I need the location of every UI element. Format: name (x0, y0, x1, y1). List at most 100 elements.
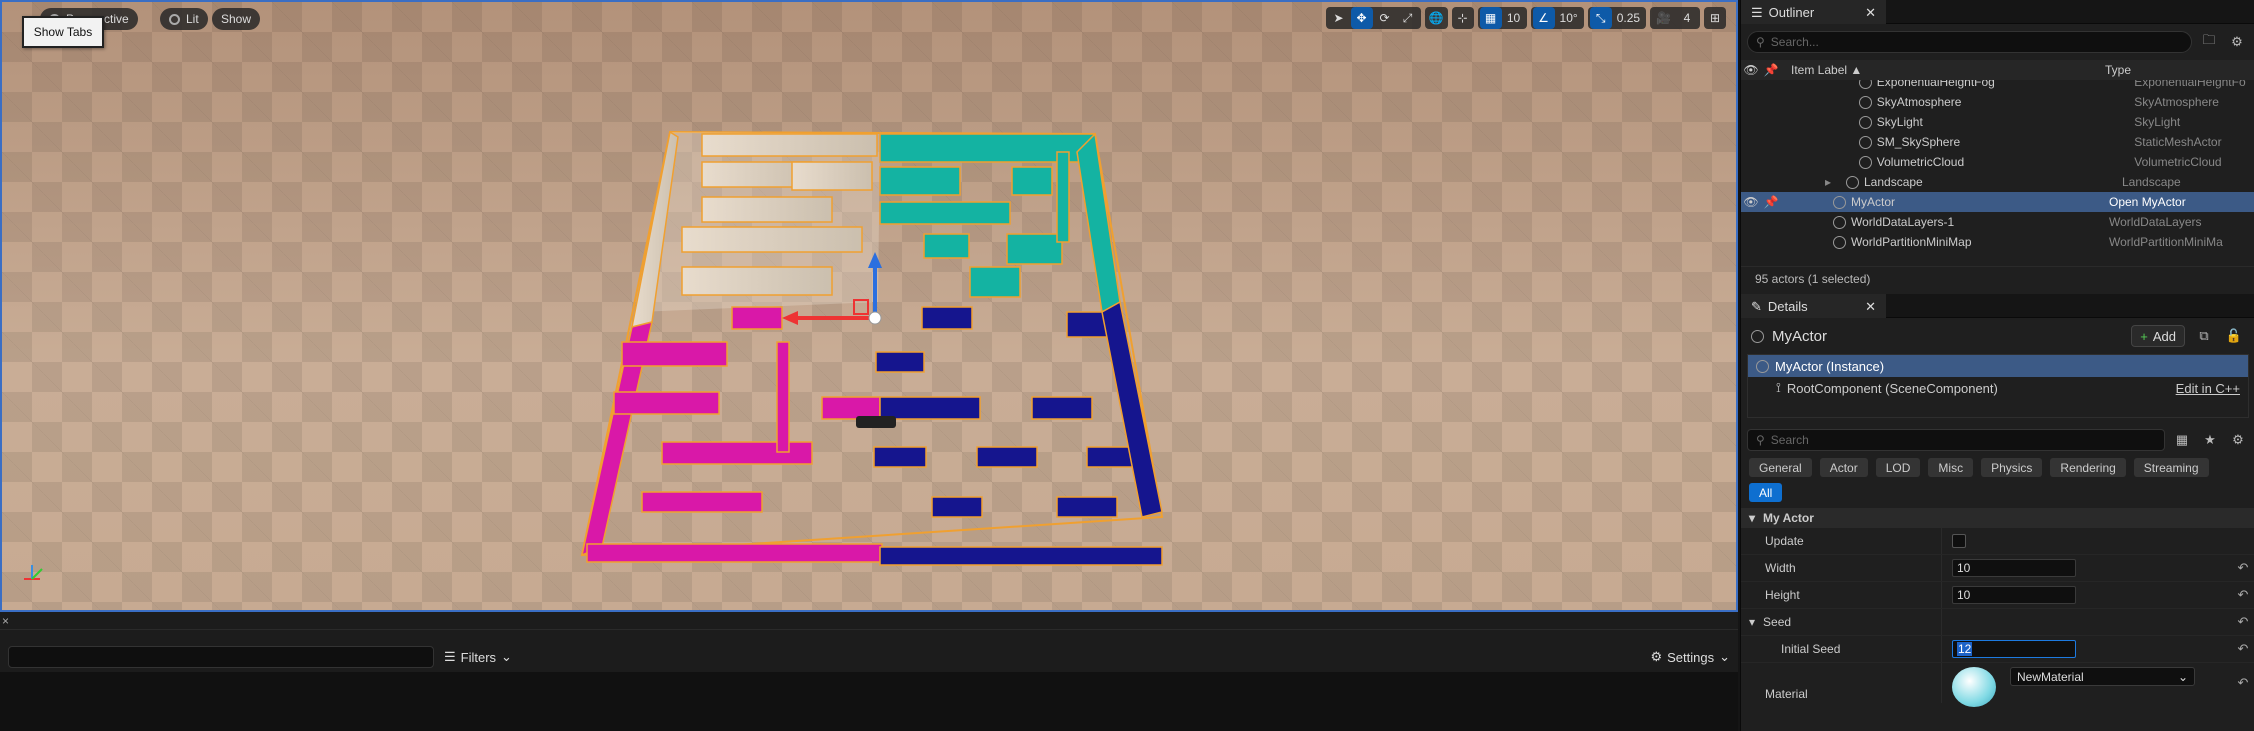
outliner-search-row: ⚲ Search... 🗀 ⚙ (1747, 30, 2248, 54)
view-mode-button[interactable]: Lit (160, 8, 208, 30)
actor-name: MyActor (1772, 327, 1828, 345)
grid-snap: ▦ 10 (1477, 7, 1527, 29)
scene-component-icon: ⟟ (1776, 380, 1781, 395)
maze-wall (921, 306, 973, 330)
show-menu-button[interactable]: Show (212, 8, 261, 30)
category-misc[interactable]: Misc (1928, 458, 1974, 477)
category-lod[interactable]: LOD (1875, 458, 1921, 477)
add-component-button[interactable]: + Add (2131, 325, 2185, 347)
select-mode-icon[interactable]: ➤ (1328, 7, 1350, 29)
update-checkbox[interactable] (1952, 534, 1966, 548)
rotation-snap-value[interactable]: 10° (1556, 7, 1582, 29)
list-item[interactable]: SM_SkySphere StaticMeshActor (1741, 132, 2254, 152)
bottom-tab-strip: × (0, 612, 1738, 630)
scale-snap-value[interactable]: 0.25 (1613, 7, 1644, 29)
table-view-icon[interactable]: ▦ (2171, 429, 2193, 451)
details-search-input[interactable]: ⚲ Search (1747, 429, 2165, 451)
camera-speed-icon[interactable]: 🎥 (1652, 7, 1675, 29)
list-item[interactable]: WorldPartitionMiniMap WorldPartitionMini… (1741, 232, 2254, 252)
rotate-mode-icon[interactable]: ⟳ (1374, 7, 1396, 29)
static-mesh-icon (1858, 135, 1872, 149)
initial-seed-input[interactable]: 12 (1952, 640, 2076, 658)
actor-icon (1756, 359, 1769, 373)
maze-wall (681, 226, 863, 253)
gear-icon[interactable]: ⚙ (2226, 31, 2248, 53)
close-icon[interactable]: ✕ (1865, 5, 1876, 21)
list-item[interactable]: SkyLight SkyLight (1741, 112, 2254, 132)
list-item[interactable]: SkyAtmosphere SkyAtmosphere (1741, 92, 2254, 112)
plus-icon: + (2140, 328, 2148, 344)
maze-wall (969, 266, 1021, 298)
outliner-search-input[interactable]: ⚲ Search... (1747, 31, 2192, 53)
height-input[interactable]: 10 (1952, 586, 2076, 604)
visibility-eye-icon[interactable]: 👁 (1741, 195, 1761, 209)
expand-arrow-icon[interactable]: ▸ (1781, 175, 1831, 189)
content-search-input[interactable] (8, 646, 434, 668)
category-all[interactable]: All (1749, 483, 1783, 502)
add-folder-icon[interactable]: 🗀 (2198, 31, 2220, 53)
list-item[interactable]: WorldDataLayers-1 WorldDataLayers (1741, 212, 2254, 232)
sky-light-icon (1858, 115, 1872, 129)
close-icon[interactable]: ✕ (1865, 299, 1876, 315)
maze-wall (873, 446, 927, 468)
reset-arrow-icon[interactable]: ↶ (2231, 641, 2254, 657)
filters-button[interactable]: ☰ Filters ⌄ (444, 649, 512, 665)
component-row-instance[interactable]: MyActor (Instance) (1748, 355, 2248, 377)
gizmo-x-arrow[interactable] (782, 311, 798, 325)
category-physics[interactable]: Physics (1981, 458, 2043, 477)
scale-snap-icon[interactable]: ⤡ (1589, 7, 1612, 29)
category-general[interactable]: General (1749, 458, 1812, 477)
category-actor[interactable]: Actor (1819, 458, 1868, 477)
reset-arrow-icon[interactable]: ↶ (2231, 587, 2254, 603)
reset-arrow-icon[interactable]: ↶ (2231, 560, 2254, 576)
level-viewport[interactable]: Perspective Lit Show Show Tabs ➤ ✥ ⟳ ⤢ 🌐… (0, 0, 1738, 612)
content-drawer-panel: × ☰ Filters ⌄ ⚙ Settings ⌄ (0, 612, 1738, 731)
category-streaming[interactable]: Streaming (2133, 458, 2209, 477)
gear-icon[interactable]: ⚙ (2227, 429, 2249, 451)
reset-arrow-icon[interactable]: ↶ (2231, 614, 2254, 630)
tab-details[interactable]: ✎ Details ✕ (1741, 293, 1886, 318)
scale-mode-icon[interactable]: ⤢ (1397, 7, 1419, 29)
chevron-down-icon: ⌄ (1719, 649, 1730, 664)
viewport-toolbar: ➤ ✥ ⟳ ⤢ 🌐 ⊹ ▦ 10 ∠ 10° ⤡ 0.25 🎥 4 ⊞ (1325, 7, 1726, 29)
filter-icon: ☰ (444, 649, 456, 664)
category-rendering[interactable]: Rendering (2050, 458, 2126, 477)
type-column[interactable]: Type (2099, 63, 2131, 77)
section-my-actor[interactable]: ▾ My Actor (1741, 508, 2254, 528)
blueprint-icon[interactable]: ⧉ (2193, 325, 2215, 347)
maze-wall (879, 166, 961, 196)
maze-wall (923, 233, 970, 259)
chevron-down-icon: ⌄ (2177, 669, 2188, 684)
surface-snap-icon[interactable]: ⊹ (1451, 7, 1474, 29)
maze-wall (701, 196, 833, 223)
rotation-snap-icon[interactable]: ∠ (1532, 7, 1555, 29)
camera-actor-icon[interactable] (856, 416, 896, 428)
tab-outliner[interactable]: ☰ Outliner ✕ (1741, 0, 1886, 24)
grid-snap-icon[interactable]: ▦ (1479, 7, 1502, 29)
list-item-selected[interactable]: 👁 📌 MyActor Open MyActor (1741, 192, 2254, 212)
grid-snap-value[interactable]: 10 (1503, 7, 1525, 29)
material-thumbnail[interactable] (1952, 667, 1996, 707)
width-input[interactable]: 10 (1952, 559, 2076, 577)
viewport-layout-icon[interactable]: ⊞ (1704, 7, 1726, 29)
settings-button[interactable]: ⚙ Settings ⌄ (1650, 649, 1730, 665)
gizmo-pivot[interactable] (868, 311, 882, 325)
list-item[interactable]: VolumetricCloud VolumetricCloud (1741, 152, 2254, 172)
pin-icon[interactable]: 📌 (1761, 195, 1781, 209)
camera-speed-value[interactable]: 4 (1676, 7, 1698, 29)
component-row-root[interactable]: ⟟ RootComponent (SceneComponent) Edit in … (1748, 377, 2248, 399)
list-item[interactable]: ▸ Landscape Landscape (1741, 172, 2254, 192)
edit-cpp-link[interactable]: Edit in C++ (2176, 381, 2240, 396)
material-dropdown[interactable]: NewMaterial ⌄ (2010, 667, 2195, 686)
star-icon[interactable]: ★ (2199, 429, 2221, 451)
lock-icon[interactable]: 🔓 (2223, 325, 2245, 347)
reset-arrow-icon[interactable]: ↶ (2231, 675, 2254, 691)
translate-mode-icon[interactable]: ✥ (1350, 7, 1373, 29)
list-item[interactable]: ExponentialHeightFog ExponentialHeightFo (1741, 80, 2254, 92)
item-label-column[interactable]: Item Label ▲ (1781, 63, 2099, 77)
scale-snap: ⤡ 0.25 (1587, 7, 1647, 29)
world-local-icon[interactable]: 🌐 (1424, 7, 1448, 29)
outliner-column-header: 👁 📌 Item Label ▲ Type (1741, 60, 2254, 80)
close-icon[interactable]: × (2, 614, 9, 628)
property-seed[interactable]: ▾ Seed ↶ (1741, 609, 2254, 636)
